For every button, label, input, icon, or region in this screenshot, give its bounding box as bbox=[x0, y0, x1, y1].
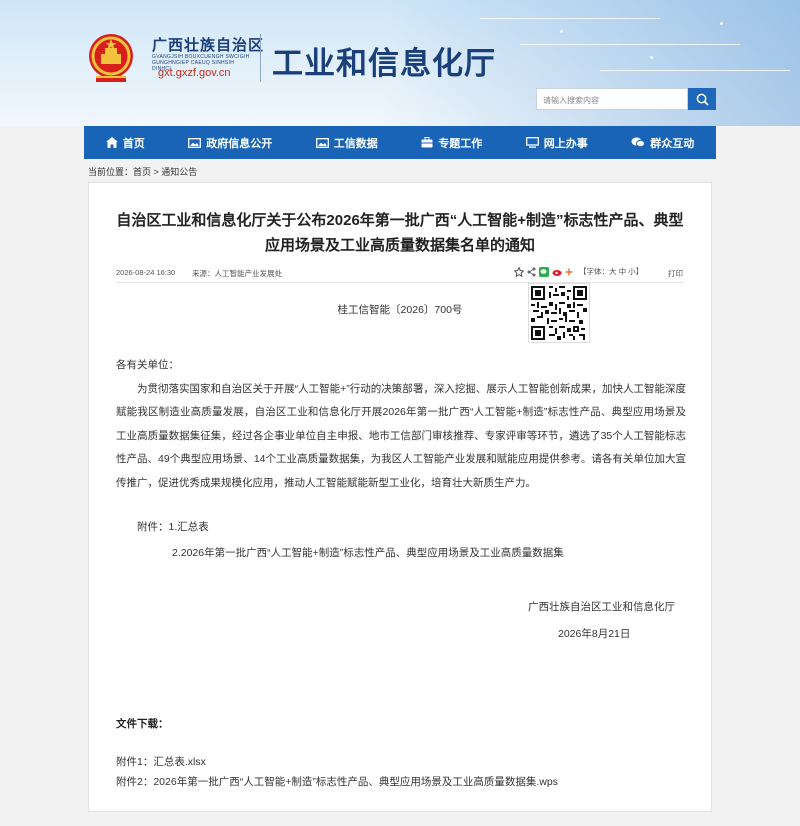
signature-organization: 广西壮族自治区工业和信息化厅 bbox=[528, 601, 675, 613]
article-body: 为贯彻落实国家和自治区关于开展“人工智能+”行动的决策部署，深入挖掘、展示人工智… bbox=[116, 383, 686, 489]
nav-label: 专题工作 bbox=[438, 137, 483, 150]
national-emblem-icon[interactable] bbox=[86, 30, 136, 86]
department-title[interactable]: 工业和信息化厅 bbox=[272, 38, 496, 83]
wechat-icon[interactable] bbox=[539, 266, 549, 277]
print-button[interactable]: 打印 bbox=[668, 268, 683, 279]
publish-date: 2026-08-24 16:30 bbox=[116, 268, 176, 277]
plus-icon[interactable] bbox=[565, 268, 573, 276]
banner-decoration bbox=[480, 18, 660, 19]
download-link[interactable]: 附件1：汇总表.xlsx bbox=[116, 754, 206, 769]
salutation: 各有关单位： bbox=[116, 359, 179, 371]
nav-label: 群众互动 bbox=[650, 137, 695, 150]
home-icon bbox=[105, 137, 118, 148]
main-nav: 首页 政府信息公开 工信数据 专题工作 网上办事 群众互动 bbox=[84, 126, 716, 159]
breadcrumb[interactable]: 当前位置：首页 > 通知公告 bbox=[88, 165, 197, 178]
header-divider bbox=[260, 34, 261, 82]
font-size-control[interactable]: 【字体：大 中 小】 bbox=[579, 266, 643, 277]
signature-date: 2026年8月21日 bbox=[558, 628, 631, 640]
nav-label: 首页 bbox=[122, 137, 145, 150]
qr-code-icon bbox=[528, 283, 590, 343]
nav-item-topics[interactable]: 专题工作 bbox=[421, 135, 482, 151]
nav-label: 政府信息公开 bbox=[206, 137, 273, 150]
nav-label: 工信数据 bbox=[333, 137, 378, 150]
region-name: 广西壮族自治区 bbox=[152, 37, 265, 54]
briefcase-icon bbox=[421, 137, 433, 148]
banner-decoration bbox=[520, 44, 740, 45]
nav-item-data[interactable]: 工信数据 bbox=[315, 135, 378, 151]
monitor-icon bbox=[525, 137, 539, 148]
banner-decoration bbox=[720, 22, 723, 25]
nav-item-interaction[interactable]: 群众互动 bbox=[631, 135, 694, 151]
banner-decoration bbox=[650, 56, 653, 59]
search-button[interactable] bbox=[688, 88, 716, 110]
meta-divider bbox=[116, 282, 684, 283]
downloads-title: 文件下载： bbox=[116, 718, 169, 730]
nav-label: 网上办事 bbox=[543, 137, 588, 150]
download-link[interactable]: 附件2：2026年第一批广西“人工智能+制造”标志性产品、典型应用场景及工业高质… bbox=[116, 774, 558, 789]
banner-decoration bbox=[560, 30, 563, 33]
image-icon bbox=[315, 137, 329, 148]
nav-item-home[interactable]: 首页 bbox=[105, 135, 145, 151]
image-icon bbox=[188, 137, 202, 148]
document-number: 桂工信智能〔2026〕700号 bbox=[337, 304, 463, 316]
search-icon bbox=[696, 93, 709, 106]
share-toolbar: 【字体：大 中 小】 bbox=[514, 266, 643, 277]
nav-item-online-services[interactable]: 网上办事 bbox=[525, 135, 588, 151]
site-domain[interactable]: gxt.gxzf.gov.cn bbox=[158, 67, 231, 79]
chat-icon bbox=[631, 137, 646, 148]
search-input[interactable]: 请输入搜索内容 bbox=[536, 88, 688, 110]
attachment-list-item: 2.2026年第一批广西“人工智能+制造”标志性产品、典型应用场景及工业高质量数… bbox=[172, 547, 564, 559]
nav-item-gov-info[interactable]: 政府信息公开 bbox=[188, 135, 272, 151]
article-source: 来源：人工智能产业发展处 bbox=[192, 269, 282, 278]
article-title: 自治区工业和信息化厅关于公布2026年第一批广西“人工智能+制造”标志性产品、典… bbox=[116, 212, 684, 254]
star-icon[interactable] bbox=[514, 266, 524, 277]
attachment-list-item: 附件：1.汇总表 bbox=[137, 521, 209, 533]
weibo-icon[interactable] bbox=[552, 267, 562, 277]
share-icon[interactable] bbox=[527, 267, 536, 277]
banner-decoration bbox=[600, 70, 790, 71]
